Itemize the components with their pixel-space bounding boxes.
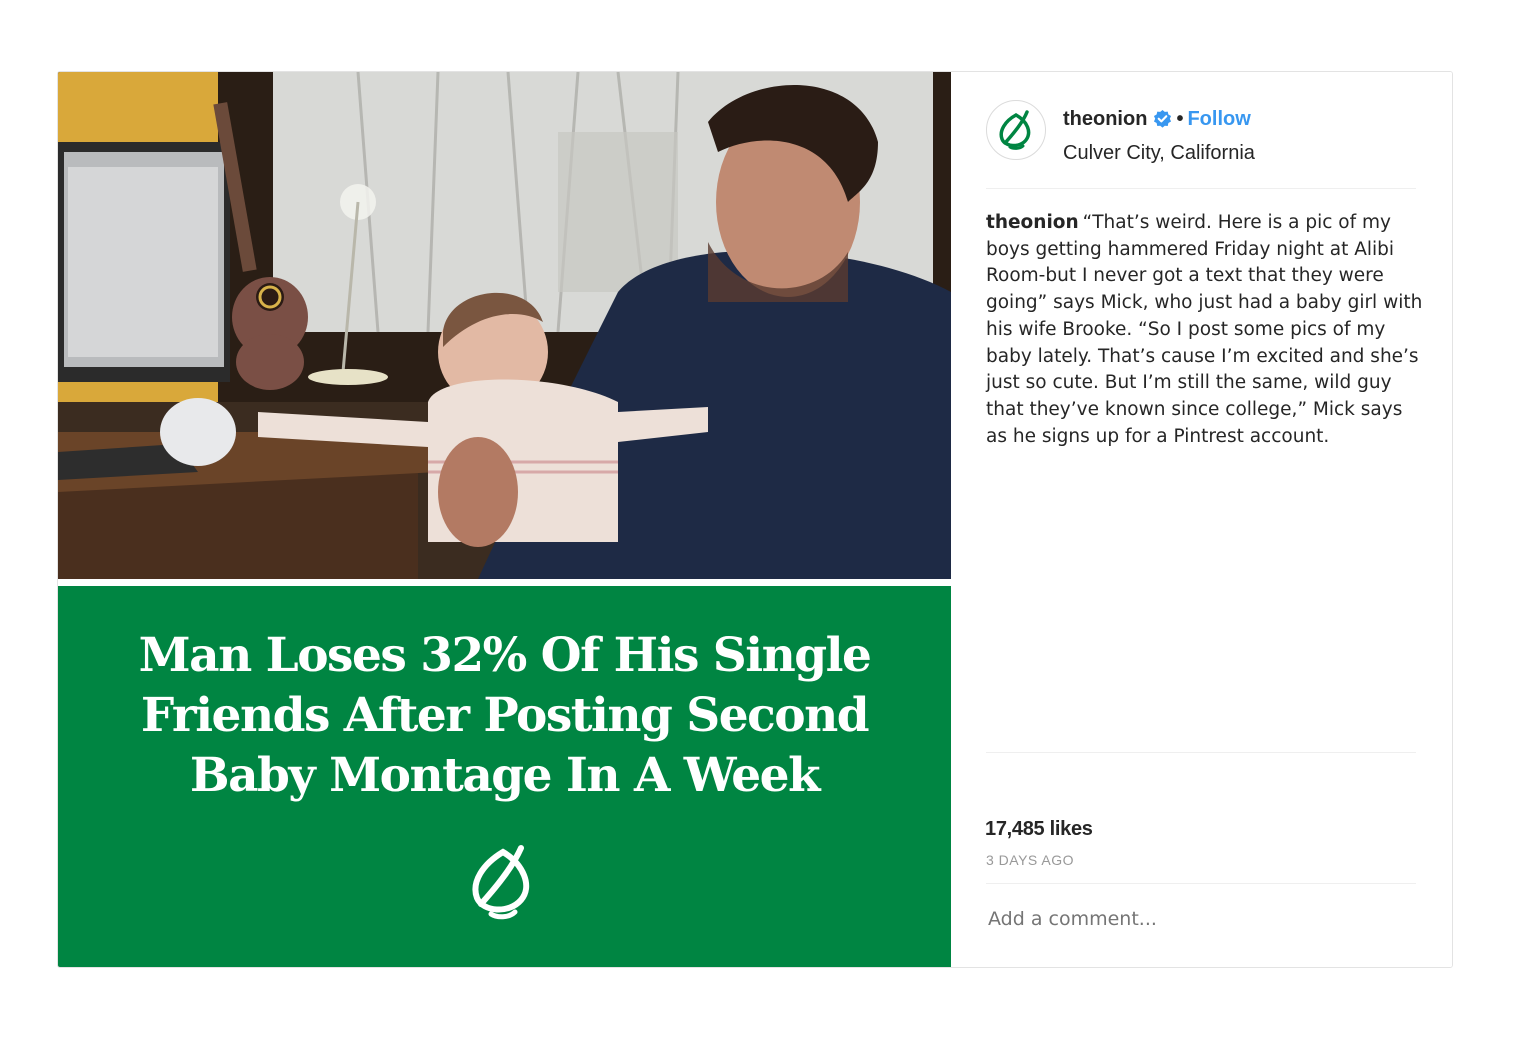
headline-line: Man Loses 32% Of His Single (138, 628, 872, 683)
post-sidebar: theonion • Follow Culver City, California… (951, 72, 1452, 967)
post-header: theonion • Follow Culver City, California (986, 100, 1416, 190)
follow-button[interactable]: Follow (1187, 108, 1250, 130)
avatar[interactable] (986, 100, 1046, 160)
separator-dot: • (1176, 108, 1184, 130)
headline-banner: Man Loses 32% Of His Single Friends Afte… (58, 586, 951, 967)
comment-input[interactable] (988, 908, 1408, 930)
caption-username[interactable]: theonion (986, 212, 1079, 233)
verified-badge-icon (1154, 109, 1172, 128)
location-link[interactable]: Culver City, California (1063, 140, 1255, 166)
user-line: theonion • Follow (1063, 106, 1251, 132)
headline-line: Friends After Posting Second (140, 688, 870, 743)
divider (986, 752, 1416, 753)
post-media: Man Loses 32% Of His Single Friends Afte… (58, 72, 951, 967)
headline: Man Loses 32% Of His Single Friends Afte… (118, 626, 891, 806)
divider (986, 188, 1416, 189)
likes-count[interactable]: 17,485 likes (985, 818, 1093, 841)
post-timestamp[interactable]: 3 DAYS AGO (986, 852, 1074, 868)
photo-illustration (58, 72, 951, 579)
divider (986, 883, 1416, 884)
onion-logo-icon (472, 845, 530, 920)
post-photo (58, 72, 951, 579)
username-link[interactable]: theonion (1063, 108, 1147, 130)
headline-line: Baby Montage In A Week (189, 748, 821, 803)
caption-text: “That’s weird. Here is a pic of my boys … (986, 212, 1423, 447)
instagram-post: Man Loses 32% Of His Single Friends Afte… (57, 71, 1453, 968)
onion-logo-icon (999, 110, 1031, 150)
post-caption: theonion “That’s weird. Here is a pic of … (986, 210, 1426, 450)
